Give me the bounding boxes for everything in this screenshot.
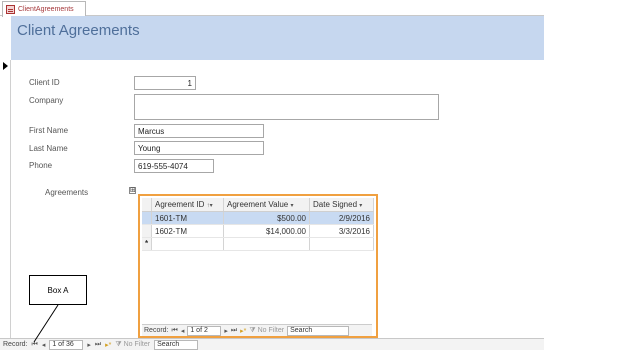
search-input[interactable]: Search bbox=[287, 325, 350, 336]
client-id-field[interactable]: 1 bbox=[134, 76, 196, 90]
cell-date-signed[interactable]: 3/3/2016 bbox=[310, 225, 374, 237]
last-record-icon[interactable]: ⏭ bbox=[95, 341, 101, 349]
column-header-agreement-value[interactable]: Agreement Value ▾ bbox=[224, 198, 310, 211]
chevron-down-icon[interactable]: ▾ bbox=[290, 203, 293, 209]
previous-record-icon[interactable]: ◂ bbox=[42, 341, 46, 349]
cell-agreement-id[interactable]: 1601-TM bbox=[152, 212, 224, 224]
new-record-row[interactable]: * bbox=[142, 238, 374, 251]
subform-navigation-bar: Record: ⏮ ◂ 1 of 2 ▸ ⏭ ▸* ⧩ No Filter Se… bbox=[142, 324, 372, 336]
no-filter-button[interactable]: ⧩ No Filter bbox=[249, 327, 284, 335]
last-name-field[interactable]: Young bbox=[134, 141, 264, 155]
table-row[interactable]: 1601-TM $500.00 2/9/2016 bbox=[142, 212, 374, 225]
callout-box: Box A bbox=[29, 275, 87, 305]
agreements-subform: Agreement ID ↑▾ Agreement Value ▾ Date S… bbox=[138, 194, 378, 338]
search-input[interactable]: Search bbox=[154, 339, 199, 350]
record-label: Record: bbox=[144, 327, 169, 334]
first-record-icon[interactable]: ⏮ bbox=[172, 327, 178, 335]
cell-agreement-id[interactable] bbox=[152, 238, 224, 250]
new-record-icon[interactable]: ▸* bbox=[105, 341, 111, 349]
record-position-field[interactable]: 1 of 36 bbox=[49, 339, 84, 350]
phone-label: Phone bbox=[29, 161, 53, 170]
first-name-label: First Name bbox=[29, 126, 69, 135]
cell-date-signed[interactable] bbox=[310, 238, 374, 250]
row-selector[interactable] bbox=[142, 212, 152, 224]
form-icon bbox=[6, 5, 15, 14]
next-record-icon[interactable]: ▸ bbox=[87, 341, 91, 349]
row-selector[interactable] bbox=[142, 225, 152, 237]
tab-label: ClientAgreements bbox=[18, 6, 74, 13]
last-name-label: Last Name bbox=[29, 144, 68, 153]
previous-record-icon[interactable]: ◂ bbox=[181, 327, 185, 335]
chevron-down-icon[interactable]: ▾ bbox=[359, 203, 362, 209]
cell-agreement-value[interactable]: $14,000.00 bbox=[224, 225, 310, 237]
column-header-date-signed[interactable]: Date Signed ▾ bbox=[310, 198, 374, 211]
cell-agreement-id[interactable]: 1602-TM bbox=[152, 225, 224, 237]
company-field[interactable] bbox=[134, 94, 439, 120]
current-record-arrow-icon bbox=[3, 62, 8, 70]
cell-agreement-value[interactable] bbox=[224, 238, 310, 250]
column-header-agreement-id[interactable]: Agreement ID ↑▾ bbox=[152, 198, 224, 211]
datasheet-header-row: Agreement ID ↑▾ Agreement Value ▾ Date S… bbox=[142, 198, 374, 212]
no-filter-button[interactable]: ⧩ No Filter bbox=[115, 341, 150, 349]
client-id-label: Client ID bbox=[29, 78, 60, 87]
form-header: Client Agreements bbox=[11, 16, 544, 60]
record-label: Record: bbox=[3, 341, 28, 348]
first-name-field[interactable]: Marcus bbox=[134, 124, 264, 138]
table-row[interactable]: 1602-TM $14,000.00 3/3/2016 bbox=[142, 225, 374, 238]
last-record-icon[interactable]: ⏭ bbox=[231, 327, 237, 335]
new-record-marker-icon: * bbox=[142, 238, 152, 250]
first-record-icon[interactable]: ⏮ bbox=[32, 341, 38, 349]
agreements-label: Agreements bbox=[45, 188, 89, 197]
next-record-icon[interactable]: ▸ bbox=[224, 327, 228, 335]
new-record-icon[interactable]: ▸* bbox=[240, 327, 246, 335]
record-selector-bar[interactable] bbox=[0, 60, 11, 338]
agreements-datasheet: Agreement ID ↑▾ Agreement Value ▾ Date S… bbox=[142, 198, 374, 251]
cell-date-signed[interactable]: 2/9/2016 bbox=[310, 212, 374, 224]
cell-agreement-value[interactable]: $500.00 bbox=[224, 212, 310, 224]
main-navigation-bar: Record: ⏮ ◂ 1 of 36 ▸ ⏭ ▸* ⧩ No Filter S… bbox=[0, 338, 544, 350]
page-title: Client Agreements bbox=[17, 22, 140, 39]
select-all-cell[interactable] bbox=[142, 198, 152, 211]
sort-ascending-icon[interactable]: ↑▾ bbox=[207, 203, 213, 209]
phone-field[interactable]: 619-555-4074 bbox=[134, 159, 214, 173]
expand-subform-icon[interactable]: ⊞ bbox=[129, 187, 136, 194]
company-label: Company bbox=[29, 96, 64, 105]
record-position-field[interactable]: 1 of 2 bbox=[187, 325, 222, 336]
tab-client-agreements[interactable]: ClientAgreements bbox=[2, 1, 86, 17]
